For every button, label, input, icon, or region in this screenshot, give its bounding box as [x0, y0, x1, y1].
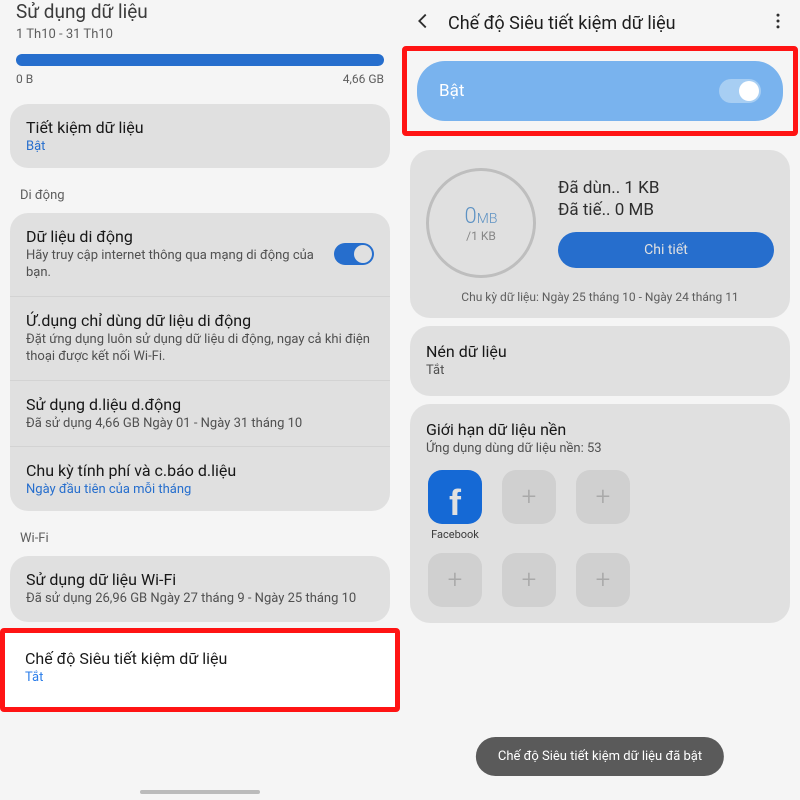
apps-row-2: + + +: [426, 553, 774, 607]
mobile-data-toggle[interactable]: [334, 243, 374, 265]
compress-status: Tắt: [426, 363, 774, 380]
back-icon[interactable]: [412, 10, 434, 36]
gauge-sub: /1 KB: [466, 229, 496, 243]
saved-label: Đã tiế.. 0 MB: [558, 200, 774, 220]
usage-summary-card: 0MB /1 KB Đã dùn.. 1 KB Đã tiế.. 0 MB Ch…: [410, 150, 790, 318]
add-app-tile[interactable]: +: [500, 553, 558, 607]
left-screen: Sử dụng dữ liệu 1 Th10 - 31 Th10 0 B 4,6…: [0, 0, 400, 800]
right-body-dim: 0MB /1 KB Đã dùn.. 1 KB Đã tiế.. 0 MB Ch…: [400, 150, 800, 623]
wifi-usage-sub: Đã sử dụng 26,96 GB Ngày 27 tháng 9 - Ng…: [26, 591, 374, 608]
header-title: Chế độ Siêu tiết kiệm dữ liệu: [448, 13, 754, 34]
background-limit-card: Giới hạn dữ liệu nền Ứng dụng dùng dữ li…: [410, 404, 790, 623]
progress-min: 0 B: [16, 72, 33, 86]
mobile-data-title: Dữ liệu di động: [26, 227, 334, 246]
data-saver-title: Tiết kiệm dữ liệu: [26, 118, 374, 137]
enable-ultra-toggle[interactable]: Bật: [417, 61, 783, 121]
detail-button[interactable]: Chi tiết: [558, 232, 774, 268]
page-title: Sử dụng dữ liệu: [0, 0, 400, 27]
mobile-usage-item[interactable]: Sử dụng d.liệu d.động Đã sử dụng 4,66 GB…: [10, 381, 390, 448]
date-range: 1 Th10 - 31 Th10: [0, 27, 400, 50]
compress-data-item[interactable]: Nén dữ liệu Tắt: [410, 326, 790, 396]
enable-switch-icon[interactable]: [719, 79, 761, 103]
more-icon[interactable]: [768, 11, 788, 35]
mobile-only-item[interactable]: Ứ.dụng chỉ dùng dữ liệu di động Đặt ứng …: [10, 297, 390, 381]
ultra-saver-highlight: Chế độ Siêu tiết kiệm dữ liệu Tắt: [0, 628, 400, 712]
app-tile-facebook[interactable]: f Facebook: [426, 470, 484, 541]
plus-icon: +: [428, 553, 482, 607]
data-cycle-label: Chu kỳ dữ liệu: Ngày 25 tháng 10 - Ngày …: [426, 290, 774, 304]
app-label-facebook: Facebook: [431, 528, 479, 541]
ultra-saver-status: Tắt: [25, 670, 375, 685]
compress-title: Nén dữ liệu: [426, 342, 774, 361]
wifi-group: Sử dụng dữ liệu Wi-Fi Đã sử dụng 26,96 G…: [10, 556, 390, 622]
billing-cycle-title: Chu kỳ tính phí và c.báo d.liệu: [26, 461, 374, 480]
usage-stats: Đã dùn.. 1 KB Đã tiế.. 0 MB Chi tiết: [558, 178, 774, 268]
mobile-data-item[interactable]: Dữ liệu di động Hãy truy cập internet th…: [10, 213, 390, 297]
plus-icon: +: [576, 553, 630, 607]
right-header-dim: Chế độ Siêu tiết kiệm dữ liệu: [400, 0, 800, 46]
usage-circle-gauge: 0MB /1 KB: [426, 168, 536, 278]
mobile-usage-title: Sử dụng d.liệu d.động: [26, 395, 374, 414]
right-screen: Chế độ Siêu tiết kiệm dữ liệu Bật 0MB /1…: [400, 0, 800, 800]
apps-row-1: f Facebook + +: [426, 470, 774, 541]
mobile-usage-sub: Đã sử dụng 4,66 GB Ngày 01 - Ngày 31 thá…: [26, 416, 374, 433]
section-wifi-label: Wi-Fi: [0, 517, 400, 550]
add-app-tile[interactable]: +: [426, 553, 484, 607]
plus-icon: +: [576, 470, 630, 524]
confirmation-toast: Chế độ Siêu tiết kiệm dữ liệu đã bật: [476, 737, 724, 776]
ultra-saver-item[interactable]: Chế độ Siêu tiết kiệm dữ liệu Tắt: [5, 633, 395, 707]
left-dim-overlay: Sử dụng dữ liệu 1 Th10 - 31 Th10 0 B 4,6…: [0, 0, 400, 622]
data-saver-item[interactable]: Tiết kiệm dữ liệu Bật: [10, 104, 390, 168]
wifi-usage-item[interactable]: Sử dụng dữ liệu Wi-Fi Đã sử dụng 26,96 G…: [10, 556, 390, 622]
limit-title: Giới hạn dữ liệu nền: [426, 420, 774, 439]
billing-cycle-item[interactable]: Chu kỳ tính phí và c.báo d.liệu Ngày đầu…: [10, 447, 390, 511]
billing-cycle-sub: Ngày đầu tiên của mỗi tháng: [26, 482, 374, 497]
progress-max: 4,66 GB: [343, 72, 384, 86]
wifi-usage-title: Sử dụng dữ liệu Wi-Fi: [26, 570, 374, 589]
header-bar: Chế độ Siêu tiết kiệm dữ liệu: [400, 0, 800, 46]
section-mobile-label: Di động: [0, 174, 400, 207]
used-label: Đã dùn.. 1 KB: [558, 178, 774, 198]
enable-label: Bật: [439, 81, 464, 101]
mobile-group: Dữ liệu di động Hãy truy cập internet th…: [10, 213, 390, 511]
add-app-tile[interactable]: +: [500, 470, 558, 541]
mobile-data-sub: Hãy truy cập internet thông qua mạng di …: [26, 248, 334, 282]
plus-icon: +: [502, 553, 556, 607]
progress-labels: 0 B 4,66 GB: [0, 72, 400, 98]
add-app-tile[interactable]: +: [574, 553, 632, 607]
data-saver-status: Bật: [26, 139, 374, 154]
limit-sub: Ứng dụng dùng dữ liệu nền: 53: [426, 441, 774, 458]
enable-toggle-highlight: Bật: [402, 46, 798, 136]
ultra-saver-title: Chế độ Siêu tiết kiệm dữ liệu: [25, 649, 375, 668]
mobile-only-title: Ứ.dụng chỉ dùng dữ liệu di động: [26, 311, 374, 330]
gauge-value: 0MB: [465, 204, 498, 229]
facebook-icon: f: [428, 470, 482, 524]
add-app-tile[interactable]: +: [574, 470, 632, 541]
mobile-only-sub: Đặt ứng dụng luôn sử dụng dữ liệu di độn…: [26, 332, 374, 366]
nav-bar-indicator: [140, 790, 260, 794]
plus-icon: +: [502, 470, 556, 524]
usage-progress-bar: [16, 54, 384, 66]
